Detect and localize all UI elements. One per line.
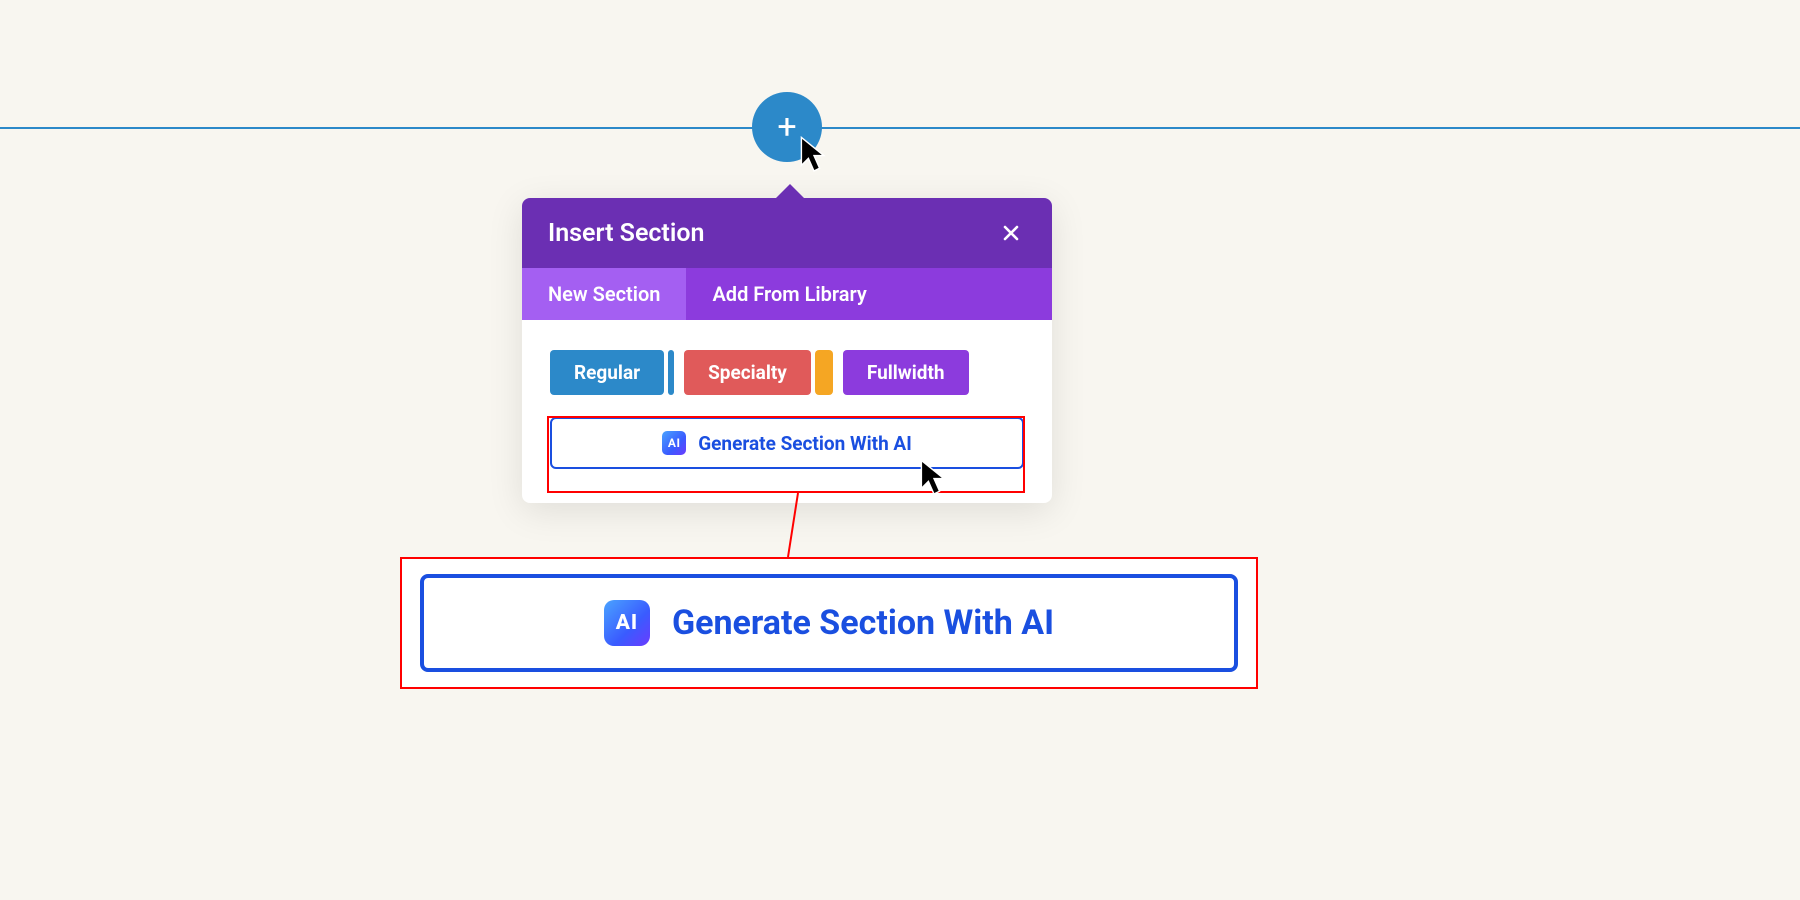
section-divider-line [0, 127, 1800, 129]
annotation-highlight-outer: AI Generate Section With AI [400, 557, 1258, 689]
ai-badge-icon: AI [604, 600, 650, 646]
section-type-row: Regular Specialty Fullwidth [550, 350, 1024, 395]
tab-new-section[interactable]: New Section [522, 268, 686, 320]
plus-icon: + [777, 110, 796, 144]
section-type-specialty[interactable]: Specialty [684, 350, 811, 395]
generate-section-ai-label: Generate Section With AI [698, 432, 912, 455]
popover-header: Insert Section [522, 198, 1052, 268]
specialty-accent [815, 350, 833, 395]
popover-tabs: New Section Add From Library [522, 268, 1052, 320]
section-type-regular[interactable]: Regular [550, 350, 664, 395]
close-button[interactable] [996, 218, 1026, 248]
generate-section-ai-label: Generate Section With AI [672, 603, 1054, 643]
close-icon [1001, 223, 1021, 243]
regular-group: Regular [550, 350, 674, 395]
section-type-fullwidth[interactable]: Fullwidth [843, 350, 969, 395]
popover-body: Regular Specialty Fullwidth AI Generate … [522, 320, 1052, 503]
tab-add-from-library[interactable]: Add From Library [686, 268, 892, 320]
specialty-group: Specialty [684, 350, 833, 395]
ai-badge-icon: AI [662, 431, 686, 455]
popover-title: Insert Section [548, 219, 704, 248]
insert-section-popover: Insert Section New Section Add From Libr… [522, 198, 1052, 503]
generate-section-ai-button-zoom[interactable]: AI Generate Section With AI [420, 574, 1238, 672]
regular-accent [668, 350, 674, 395]
add-section-button[interactable]: + [752, 92, 822, 162]
generate-section-ai-button[interactable]: AI Generate Section With AI [550, 417, 1024, 469]
